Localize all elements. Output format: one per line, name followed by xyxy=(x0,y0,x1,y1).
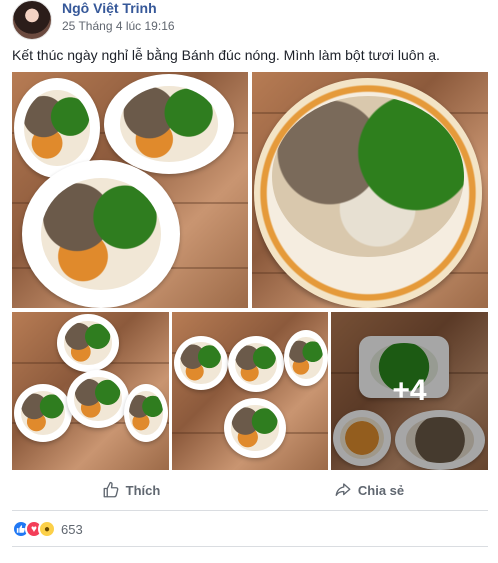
more-photos-count: +4 xyxy=(392,374,427,407)
photo-3[interactable] xyxy=(12,312,169,470)
photo-grid: +4 xyxy=(12,72,488,470)
share-label: Chia sẻ xyxy=(357,482,405,498)
reaction-count: 653 xyxy=(61,521,83,537)
more-photos-overlay[interactable]: +4 xyxy=(331,312,488,470)
post-header: Ngô Việt Trinh 25 Tháng 4 lúc 19:16 xyxy=(12,0,492,40)
photo-5[interactable]: +4 xyxy=(331,312,488,470)
photo-4[interactable] xyxy=(172,312,328,470)
share-button[interactable]: Chia sẻ xyxy=(250,474,488,506)
photo-1[interactable] xyxy=(12,72,248,308)
thumbs-up-icon xyxy=(103,481,119,498)
divider xyxy=(12,510,488,511)
avatar[interactable] xyxy=(12,0,52,40)
reactions-summary[interactable]: ♥ ● 653 xyxy=(12,518,83,540)
share-icon xyxy=(335,483,351,496)
post-card: Ngô Việt Trinh 25 Tháng 4 lúc 19:16 Kết … xyxy=(0,0,498,563)
photo-2[interactable] xyxy=(252,72,488,308)
post-caption: Kết thúc ngày nghỉ lễ bằng Bánh đúc nóng… xyxy=(12,47,440,63)
author-name[interactable]: Ngô Việt Trinh xyxy=(62,0,157,16)
wow-icon: ● xyxy=(38,520,56,538)
like-label: Thích xyxy=(125,482,161,498)
post-actions: Thích Chia sẻ xyxy=(12,474,488,506)
like-button[interactable]: Thích xyxy=(12,474,250,506)
divider xyxy=(12,546,488,547)
post-timestamp[interactable]: 25 Tháng 4 lúc 19:16 xyxy=(62,19,175,33)
